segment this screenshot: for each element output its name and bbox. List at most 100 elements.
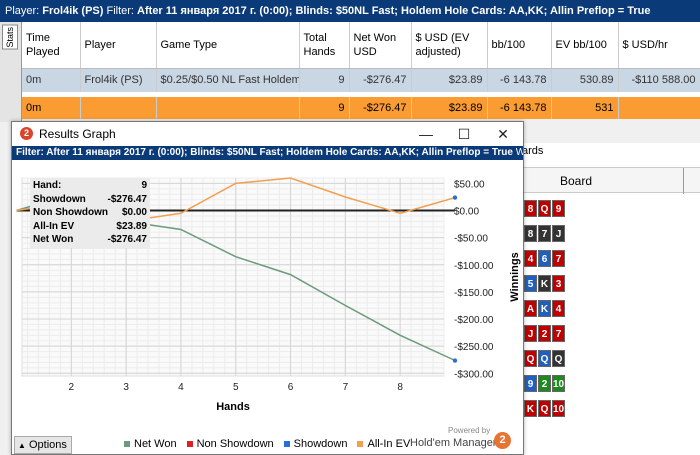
legend-item[interactable]: Non Showdown [186,438,274,450]
y-axis-title: Winnings [509,252,521,301]
y-tick-label: -$50.00 [454,234,488,245]
column-header[interactable]: $ USD (EV adjusted) [411,22,488,69]
y-tick-label: $0.00 [454,207,479,218]
y-tick-label: -$150.00 [454,288,494,299]
graph-filter-bar: Filter: After 11 января 2017 г. (0:00); … [12,146,523,160]
graph-filter-text: After 11 января 2017 г. (0:00); Blinds: … [46,147,513,158]
hands-tab-label[interactable]: ards [522,145,543,157]
board-row[interactable]: K Q 10 [524,400,566,418]
series-end-marker [452,195,458,200]
column-header[interactable]: $ USD/hr [618,22,700,69]
column-header[interactable]: Time Played [22,22,81,69]
x-tick-label: 4 [178,382,184,393]
column-header[interactable]: bb/100 [487,22,552,69]
card: K [538,275,551,292]
x-tick-label: 2 [69,382,75,393]
board-row[interactable]: QQQ [524,350,566,368]
board-row[interactable]: 8Q9 [524,200,566,218]
card: Q [538,400,551,417]
card: 6 [538,250,551,267]
table-cell[interactable]: -6 143.78 [487,97,552,119]
graph-filter-label: Filter: [16,147,47,158]
info-value: -$276.47 [107,234,147,245]
info-row: Net Won -$276.47 [33,233,147,247]
card: 5 [524,275,537,292]
legend-item[interactable]: Showdown [283,438,348,450]
legend-swatch [186,441,193,448]
chart-legend: Net Won Non Showdown Showdown All-In EV [124,438,420,450]
filter-bar: Player: Frol4ik (PS) Filter: After 11 ян… [0,0,700,22]
legend-label: All-In EV [367,438,411,450]
table-cell[interactable]: $23.89 [411,97,488,119]
legend-label: Showdown [293,438,348,450]
table-cell[interactable]: -6 143.78 [487,68,552,92]
y-tick-label: -$300.00 [454,369,494,380]
column-header[interactable]: EV bb/100 [551,22,619,69]
info-value: 9 [141,180,147,191]
table-header-row: Time Played Player Game Type Total Hands Net… [22,22,700,69]
info-row: Non Showdown $0.00 [33,206,147,220]
column-header[interactable]: Game Type [156,22,300,69]
board-row[interactable]: J27 [524,325,566,343]
hands-tab-partial[interactable]: ards [522,144,543,158]
info-key: Net Won [33,234,74,245]
legend-swatch [357,441,364,448]
player-label: Player: [5,5,43,17]
legend-item[interactable]: Net Won [124,438,177,450]
table-row[interactable]: 0m Frol4ik (PS) $0.25/$0.50 NL Fast Holdem… [22,68,700,92]
card: 2 [538,375,551,392]
table-cell[interactable]: -$110 588.00 [618,68,700,92]
card: Q [538,200,551,217]
board-row[interactable]: 5K3 [524,275,566,293]
brand-block: Powered by Hold'em Manager 2 [410,426,511,454]
table-cell[interactable]: $23.89 [411,68,488,92]
info-value: $23.89 [116,220,147,232]
table-cell[interactable] [618,97,700,119]
table-cell[interactable] [156,97,300,119]
stats-side-tab[interactable]: Stats [0,22,22,122]
hands-panel: ards Board 8 Q 9 8 7 J 4 6 7 5 K 3 A K 4 J 2 7 Q Q Q 9 2 10 K Q 10 [522,143,700,455]
table-cell[interactable] [80,97,157,119]
column-header[interactable]: Player [80,22,157,69]
hm2-logo-icon: 2 [20,127,33,140]
board-row[interactable]: 87J [524,225,566,243]
stats-tab-label[interactable]: Stats [2,25,18,50]
board-row[interactable]: AK4 [524,300,566,318]
minimize-icon[interactable]: — [409,124,443,144]
card: 10 [552,375,565,392]
x-axis-title: Hands [216,401,250,413]
card: 9 [524,375,537,392]
card: 2 [538,325,551,342]
table-summary-row[interactable]: 0m 9 -$276.47 $23.89 -6 143.78 531 [22,97,700,119]
card: 7 [552,250,565,267]
board-row[interactable]: 467 [524,250,566,268]
board-row[interactable]: 9 2 10 [524,375,566,393]
table-cell[interactable]: 9 [299,97,350,119]
column-header[interactable]: Net Won USD [349,22,412,69]
info-value: -$276.47 [107,193,147,205]
table-cell[interactable]: -$276.47 [349,68,412,92]
options-label: Options [28,439,67,451]
card: 7 [538,225,551,242]
window-titlebar[interactable]: 2 Results Graph — ☐ ✕ [12,122,523,146]
info-key: Hand: [33,180,62,191]
table-cell[interactable]: 0m [22,68,81,92]
table-cell[interactable]: 530.89 [551,68,619,92]
table-cell[interactable]: -$276.47 [349,97,412,119]
table-cell[interactable]: 531 [551,97,619,119]
card: 3 [552,275,565,292]
powered-by-text: Powered by [448,426,491,435]
table-cell[interactable]: Frol4ik (PS) [80,68,157,92]
table-cell[interactable]: 0m [22,97,81,119]
series-end-marker [452,358,458,363]
table-cell[interactable]: 9 [299,68,350,92]
results-graph-window: 2 Results Graph — ☐ ✕ Filter: After 11 я… [11,121,524,455]
column-header[interactable]: Total Hands [299,22,350,69]
options-button[interactable]: ▲ Options [14,436,72,454]
legend-item[interactable]: All-In EV [357,438,410,450]
board-column-header[interactable]: Board [560,174,592,188]
maximize-icon[interactable]: ☐ [447,124,481,144]
close-icon[interactable]: ✕ [486,124,520,144]
table-cell[interactable]: $0.25/$0.50 NL Fast Holdem [156,68,300,92]
filter-text: After 11 января 2017 г. (0:00); Blinds: … [137,5,651,17]
